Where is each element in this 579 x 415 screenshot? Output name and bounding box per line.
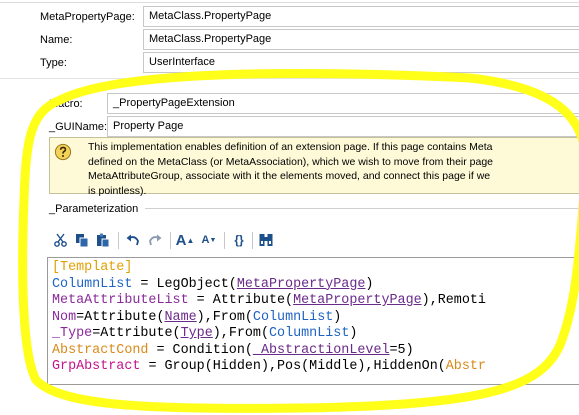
metapropertypage-label: MetaPropertyPage: [40, 11, 135, 23]
code-line-nom: Nom=Attribute(Name),From(ColumnList) [52, 309, 342, 325]
name-label: Name: [40, 34, 73, 46]
code-line-metaattributelist: MetaAttributeList = Attribute(MetaProper… [52, 293, 486, 308]
decrease-font-icon[interactable]: A ▼ [200, 230, 218, 250]
help-text: This implementation enables definition o… [88, 140, 579, 198]
metapropertypage-field[interactable]: MetaClass.PropertyPage [143, 6, 579, 27]
code-line-abstractcond: AbstractCond = Condition(_AbstractionLev… [52, 342, 414, 358]
code-line-columnlist: ColumnList = LegObject(MetaPropertyPage) [52, 276, 374, 292]
help-panel: This implementation enables definition o… [49, 137, 579, 197]
copy-icon[interactable] [73, 230, 91, 250]
help-line: is pointless). [88, 184, 147, 197]
parameterization-label: _Parameterization [49, 203, 139, 215]
braces-icon[interactable]: {} [230, 230, 248, 250]
help-line: MetaAttributeGroup, associate with it th… [88, 170, 491, 182]
help-line: defined on the MetaClass (or MetaAssocia… [88, 155, 494, 168]
increase-font-icon[interactable]: A ▲ [176, 230, 195, 250]
type-field[interactable]: UserInterface [143, 52, 579, 73]
paste-icon[interactable] [94, 230, 112, 250]
toolbar-separator [118, 232, 119, 249]
type-label: Type: [40, 57, 67, 69]
guiname-label: _GUIName: [49, 121, 108, 133]
code-line-grpabstract: GrpAbstract = Group(Hidden),Pos(Middle),… [52, 359, 486, 374]
cut-icon[interactable] [52, 230, 70, 250]
help-line: This implementation enables definition o… [88, 141, 493, 153]
code-line-type: _Type=Attribute(Type),From(ColumnList) [52, 326, 358, 341]
macro-field[interactable]: _PropertyPageExtension [107, 93, 579, 114]
undo-icon[interactable] [124, 230, 142, 250]
find-icon[interactable] [257, 230, 275, 250]
guiname-field[interactable]: Property Page [107, 116, 579, 137]
parameterization-divider [145, 208, 579, 209]
toolbar-separator [170, 232, 171, 249]
macro-label: Macro: [49, 98, 83, 110]
toolbar-separator [224, 232, 225, 249]
section-divider [0, 78, 579, 79]
toolbar-separator [252, 232, 253, 249]
redo-icon[interactable] [146, 230, 164, 250]
help-question-icon [54, 143, 72, 161]
top-divider [0, 2, 579, 3]
code-editor[interactable]: [Template] ColumnList = LegObject(MetaPro… [47, 257, 579, 385]
code-line-template: [Template] [52, 260, 133, 275]
name-field[interactable]: MetaClass.PropertyPage [143, 29, 579, 50]
